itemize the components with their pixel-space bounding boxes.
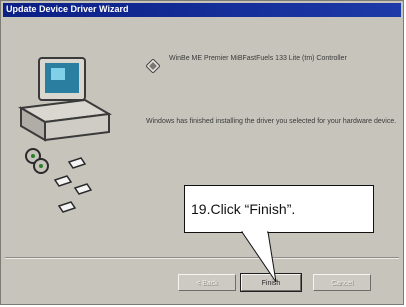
device-name-text: WinBe ME Premier MiBFastFuels 133 Lite (… [169, 55, 347, 62]
window-title: Update Device Driver Wizard [6, 4, 129, 14]
instruction-callout: 19.Click “Finish”. [184, 185, 374, 233]
callout-text: 19.Click “Finish”. [191, 201, 296, 217]
finish-button[interactable]: Finish [240, 273, 302, 292]
wizard-window: Update Device Driver Wizard WinBe ME Pre… [0, 0, 404, 305]
computer-install-illustration [17, 57, 113, 213]
install-complete-message: Windows has finished installing the driv… [146, 118, 397, 125]
device-diamond-icon [146, 59, 160, 73]
title-bar[interactable]: Update Device Driver Wizard [3, 3, 401, 17]
cancel-button[interactable]: Cancel [313, 274, 371, 291]
button-divider [5, 257, 399, 259]
back-button[interactable]: < Back [178, 274, 236, 291]
